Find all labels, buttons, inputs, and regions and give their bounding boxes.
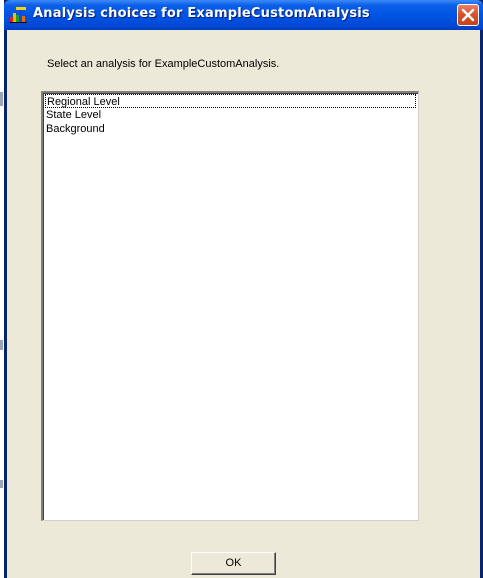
- background-edge-mark: [0, 480, 3, 488]
- analysis-listbox[interactable]: Regional Level State Level Background: [41, 91, 419, 521]
- ok-button[interactable]: OK: [191, 552, 276, 575]
- chart-icon: [10, 7, 27, 23]
- close-icon: [461, 8, 475, 22]
- prompt-label: Select an analysis for ExampleCustomAnal…: [47, 58, 280, 70]
- list-item-state-level[interactable]: State Level: [45, 108, 101, 122]
- list-item-regional-level[interactable]: Regional Level: [45, 94, 416, 108]
- background-edge-mark: [0, 92, 3, 106]
- close-button[interactable]: [457, 4, 479, 26]
- dialog-body: Select an analysis for ExampleCustomAnal…: [7, 30, 480, 578]
- screen: Analysis choices for ExampleCustomAnalys…: [0, 0, 483, 578]
- analysis-choices-dialog: Analysis choices for ExampleCustomAnalys…: [4, 0, 483, 578]
- background-edge-mark: [0, 340, 3, 350]
- window-title: Analysis choices for ExampleCustomAnalys…: [33, 6, 370, 21]
- list-item-background[interactable]: Background: [45, 122, 105, 136]
- title-bar[interactable]: Analysis choices for ExampleCustomAnalys…: [4, 0, 483, 30]
